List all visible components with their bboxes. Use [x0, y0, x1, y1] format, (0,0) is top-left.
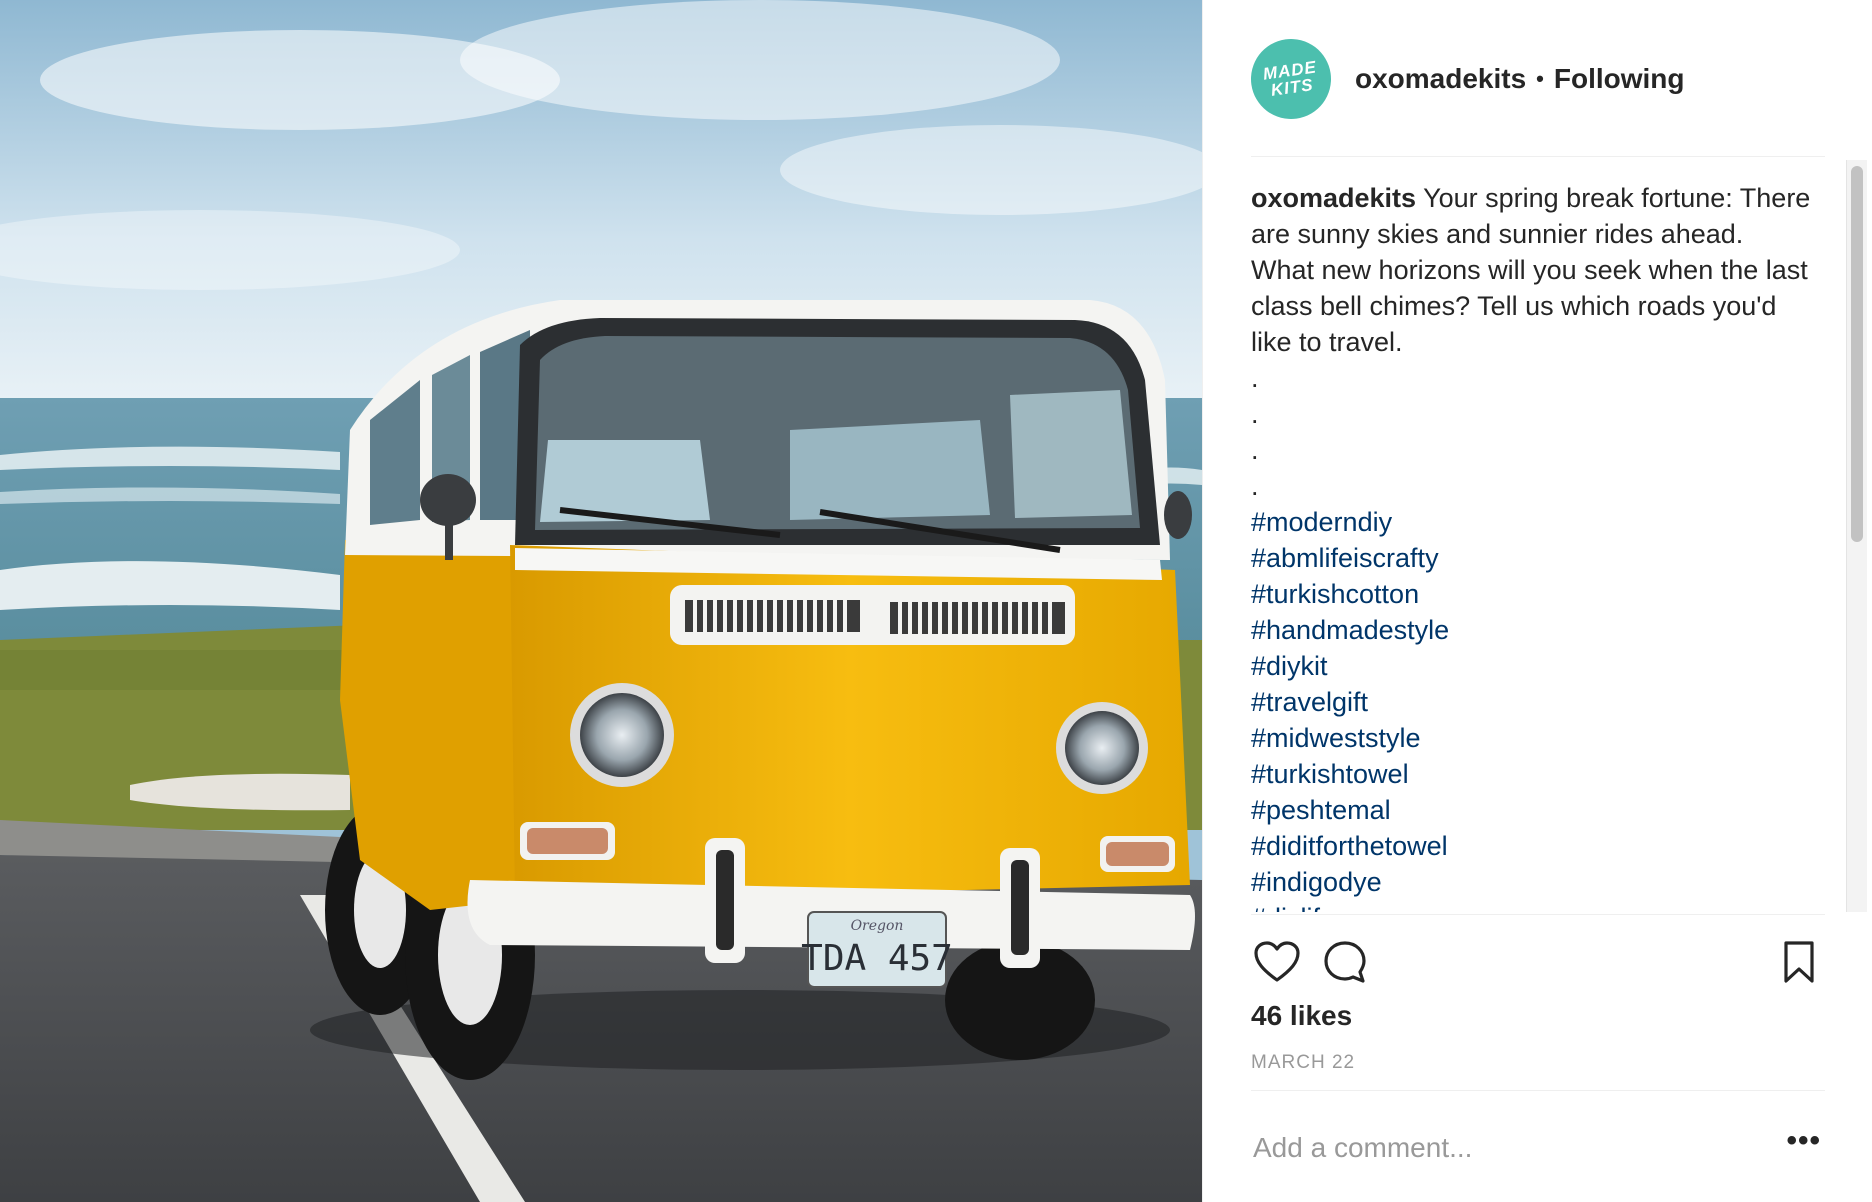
actions-divider	[1251, 914, 1825, 915]
hashtag-link[interactable]: #diylife	[1251, 900, 1811, 912]
caption-dot: .	[1251, 435, 1259, 465]
like-button[interactable]	[1251, 936, 1303, 988]
plate-state: Oregon	[851, 918, 904, 934]
caption-dot: .	[1251, 363, 1259, 393]
header-text: oxomadekits • Following	[1355, 63, 1685, 95]
hashtag-link[interactable]: #peshtemal	[1251, 792, 1811, 828]
hashtag-link[interactable]: #turkishcotton	[1251, 576, 1811, 612]
post-photo[interactable]: Oregon TDA 457	[0, 0, 1202, 1202]
comment-input[interactable]	[1251, 1131, 1777, 1165]
more-options-button[interactable]: •••	[1776, 1124, 1825, 1172]
follow-status-button[interactable]: Following	[1554, 63, 1685, 95]
caption-dot: .	[1251, 399, 1259, 429]
caption: oxomadekits Your spring break fortune: T…	[1251, 180, 1811, 912]
heart-icon	[1254, 941, 1300, 982]
post-side-panel: MADE KITS oxomadekits • Following oxomad…	[1202, 0, 1872, 1202]
plate-number: TDA 457	[801, 938, 953, 979]
action-bar	[1251, 936, 1825, 988]
caption-body: oxomadekits Your spring break fortune: T…	[1251, 180, 1811, 360]
hashtag-link[interactable]: #diditforthetowel	[1251, 828, 1811, 864]
comment-bar: •••	[1251, 1120, 1825, 1176]
hashtag-link[interactable]: #turkishtowel	[1251, 756, 1811, 792]
van-photo: Oregon TDA 457	[0, 0, 1202, 1202]
hashtag-link[interactable]: #indigodye	[1251, 864, 1811, 900]
comment-divider	[1251, 1090, 1825, 1091]
save-button[interactable]	[1773, 936, 1825, 988]
hashtag-link[interactable]: #diykit	[1251, 648, 1811, 684]
header-username[interactable]: oxomadekits	[1355, 63, 1526, 95]
hashtag-link[interactable]: #moderndiy	[1251, 504, 1811, 540]
post-date[interactable]: MARCH 22	[1251, 1052, 1355, 1074]
header-separator: •	[1536, 66, 1544, 91]
avatar[interactable]: MADE KITS	[1245, 33, 1337, 125]
hashtag-link[interactable]: #handmadestyle	[1251, 612, 1811, 648]
header-divider	[1251, 156, 1825, 157]
hashtag-link[interactable]: #abmlifeiscrafty	[1251, 540, 1811, 576]
post-header: MADE KITS oxomadekits • Following	[1245, 33, 1825, 125]
caption-dot: .	[1251, 471, 1259, 501]
comment-button[interactable]	[1319, 936, 1371, 988]
hashtag-link[interactable]: #travelgift	[1251, 684, 1811, 720]
hashtag-list: #moderndiy #abmlifeiscrafty #turkishcott…	[1251, 504, 1811, 912]
caption-username[interactable]: oxomadekits	[1251, 183, 1416, 213]
caption-scrollbar-thumb[interactable]	[1851, 166, 1863, 542]
hashtag-link[interactable]: #midweststyle	[1251, 720, 1811, 756]
comment-icon	[1324, 941, 1366, 983]
likes-count[interactable]: 46 likes	[1251, 1000, 1352, 1032]
caption-dots: . . . .	[1251, 360, 1811, 504]
avatar-line2: KITS	[1269, 75, 1315, 100]
bookmark-icon	[1784, 941, 1814, 983]
